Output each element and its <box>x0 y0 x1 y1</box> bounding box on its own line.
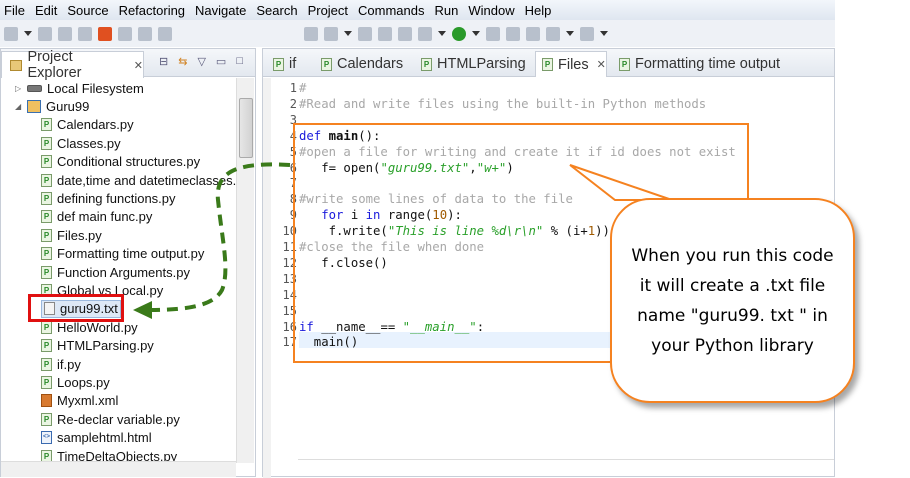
green-dashed-arrow <box>149 162 291 312</box>
file-highlight-box <box>28 294 124 322</box>
callout-bubble: When you run this code it will create a … <box>610 198 855 403</box>
callout-text: When you run this code it will create a … <box>631 245 834 356</box>
arrow-head-icon <box>133 301 152 319</box>
callout-tail <box>569 164 673 201</box>
